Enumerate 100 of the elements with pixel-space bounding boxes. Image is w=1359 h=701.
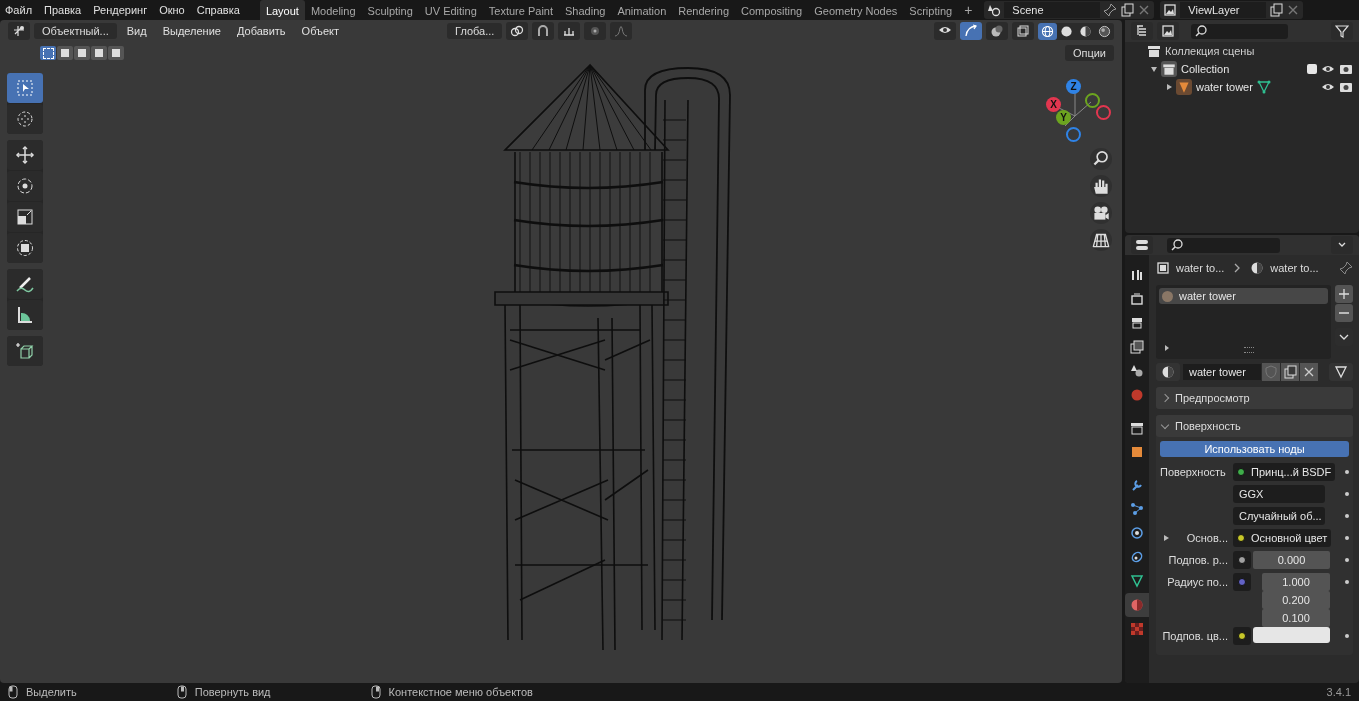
- copy-icon[interactable]: [1269, 3, 1284, 17]
- menu-item[interactable]: Рендеринг: [87, 4, 154, 16]
- falloff-icon[interactable]: [610, 22, 633, 40]
- add-cube-tool-button[interactable]: [7, 336, 43, 366]
- keyframe-dot-icon[interactable]: [1345, 634, 1349, 638]
- resize-grip-icon[interactable]: [1244, 347, 1254, 353]
- keyframe-dot-icon[interactable]: [1345, 514, 1349, 518]
- number-field[interactable]: 1.000: [1262, 573, 1330, 591]
- scene-field[interactable]: Scene: [1004, 2, 1101, 18]
- x-axis-handle[interactable]: X: [1046, 97, 1061, 112]
- editor-type-icon[interactable]: [1131, 22, 1153, 40]
- camera-icon[interactable]: [1339, 80, 1353, 94]
- axis-handle[interactable]: [1066, 127, 1081, 142]
- options-dropdown[interactable]: Опции: [1064, 45, 1114, 61]
- grid-icon[interactable]: [1090, 229, 1112, 251]
- number-field[interactable]: 0.100: [1262, 609, 1330, 627]
- proportional-icon[interactable]: [584, 22, 607, 40]
- shading-button[interactable]: [1038, 22, 1057, 40]
- pin-icon[interactable]: [1339, 261, 1353, 275]
- material-name-field[interactable]: water tower: [1183, 364, 1261, 380]
- zoom-icon[interactable]: [1090, 148, 1112, 170]
- mode-dropdown[interactable]: Объектный...: [34, 23, 117, 39]
- workspace-tab[interactable]: Modeling: [304, 0, 362, 20]
- cursor-tool-button[interactable]: [7, 104, 43, 134]
- workspace-tab[interactable]: UV Editing: [418, 0, 483, 20]
- magnet-icon[interactable]: [532, 22, 555, 40]
- copy-icon[interactable]: [1281, 363, 1299, 381]
- number-field[interactable]: 0.200: [1262, 591, 1330, 609]
- eye-icon[interactable]: [934, 22, 956, 40]
- workspace-tab[interactable]: Sculpting: [361, 0, 419, 20]
- gizmo-icon[interactable]: [960, 22, 982, 40]
- overlay-icon[interactable]: [986, 22, 1008, 40]
- camera-icon[interactable]: [1090, 202, 1112, 224]
- socket-link-field[interactable]: Основной цвет: [1233, 529, 1332, 547]
- workspace-tab[interactable]: Scripting: [903, 0, 959, 20]
- editor-type-icon[interactable]: [1131, 236, 1153, 254]
- outliner-item[interactable]: Collection: [1181, 63, 1230, 75]
- keyframe-dot-icon[interactable]: [1345, 536, 1349, 540]
- move-tool-button[interactable]: [7, 140, 43, 170]
- socket-link-field[interactable]: Принц...й BSDF: [1233, 463, 1336, 481]
- view-layer-field[interactable]: ViewLayer: [1180, 2, 1267, 18]
- image-icon[interactable]: [1163, 3, 1178, 17]
- select-mode-button[interactable]: [74, 46, 90, 60]
- keyframe-dot-icon[interactable]: [1345, 558, 1349, 562]
- copy-icon[interactable]: [1120, 3, 1135, 17]
- expand-toggle[interactable]: [1165, 345, 1169, 351]
- menu-item[interactable]: Вид: [120, 25, 153, 37]
- material-tab[interactable]: [1125, 593, 1149, 617]
- pin-icon[interactable]: [1103, 3, 1118, 17]
- y-axis-handle[interactable]: Y: [1056, 110, 1071, 125]
- workspace-tab[interactable]: Layout: [259, 0, 305, 20]
- mesh-data-icon[interactable]: [1256, 80, 1271, 94]
- number-field[interactable]: 0.000: [1253, 551, 1330, 569]
- dropdown[interactable]: Случайный об...: [1233, 507, 1325, 525]
- menu-item[interactable]: Справка: [190, 4, 246, 16]
- menu-item[interactable]: Выделение: [156, 25, 227, 37]
- material-browse-icon[interactable]: [1156, 363, 1180, 381]
- panel-header[interactable]: Предпросмотр: [1156, 387, 1353, 409]
- use-nodes-button[interactable]: Использовать ноды: [1160, 441, 1349, 457]
- search-field[interactable]: [1167, 237, 1280, 253]
- mesh-link-icon[interactable]: [1329, 363, 1353, 381]
- editor-type-icon[interactable]: [8, 22, 30, 40]
- filter-icon[interactable]: [1331, 22, 1353, 40]
- add-icon[interactable]: [1335, 285, 1353, 303]
- select-mode-button[interactable]: [57, 46, 73, 60]
- select-mode-button[interactable]: [91, 46, 107, 60]
- axis-handle[interactable]: [1096, 105, 1111, 120]
- annotate-tool-button[interactable]: [7, 269, 43, 299]
- remove-icon[interactable]: [1335, 304, 1353, 322]
- outliner-item[interactable]: water tower: [1196, 81, 1253, 93]
- camera-icon[interactable]: [1339, 62, 1353, 76]
- workspace-tab[interactable]: Texture Paint: [482, 0, 559, 20]
- expand-toggle[interactable]: [1164, 535, 1169, 541]
- pivot-icon[interactable]: [506, 22, 529, 40]
- add-workspace-button[interactable]: +: [958, 0, 979, 20]
- panel-header[interactable]: Поверхность: [1156, 415, 1353, 437]
- workspace-tab[interactable]: Compositing: [735, 0, 809, 20]
- xray-icon[interactable]: [1012, 22, 1034, 40]
- dropdown[interactable]: GGX: [1233, 485, 1325, 503]
- workspace-tab[interactable]: Animation: [611, 0, 673, 20]
- keyframe-dot-icon[interactable]: [1345, 492, 1349, 496]
- scene-collection-label[interactable]: Коллекция сцены: [1165, 45, 1255, 57]
- measure-tool-button[interactable]: [7, 300, 43, 330]
- checkbox[interactable]: [1307, 64, 1317, 74]
- scene-icon[interactable]: [987, 3, 1002, 17]
- search-field[interactable]: [1191, 23, 1288, 39]
- menu-item[interactable]: Окно: [153, 4, 191, 16]
- keyframe-dot-icon[interactable]: [1345, 580, 1349, 584]
- image-icon[interactable]: [1157, 22, 1179, 40]
- scale-tool-button[interactable]: [7, 202, 43, 232]
- workspace-tab[interactable]: Rendering: [672, 0, 736, 20]
- workspace-tab[interactable]: Shading: [559, 0, 612, 20]
- orientation-dropdown[interactable]: Глоба...: [447, 23, 503, 39]
- menu-item[interactable]: Объект: [295, 25, 346, 37]
- menu-item[interactable]: Добавить: [230, 25, 292, 37]
- hand-icon[interactable]: [1090, 175, 1112, 197]
- axis-handle[interactable]: [1085, 93, 1100, 108]
- material-slot[interactable]: water tower: [1159, 288, 1328, 304]
- menu-item[interactable]: Правка: [38, 4, 88, 16]
- grid-snap-icon[interactable]: [558, 22, 581, 40]
